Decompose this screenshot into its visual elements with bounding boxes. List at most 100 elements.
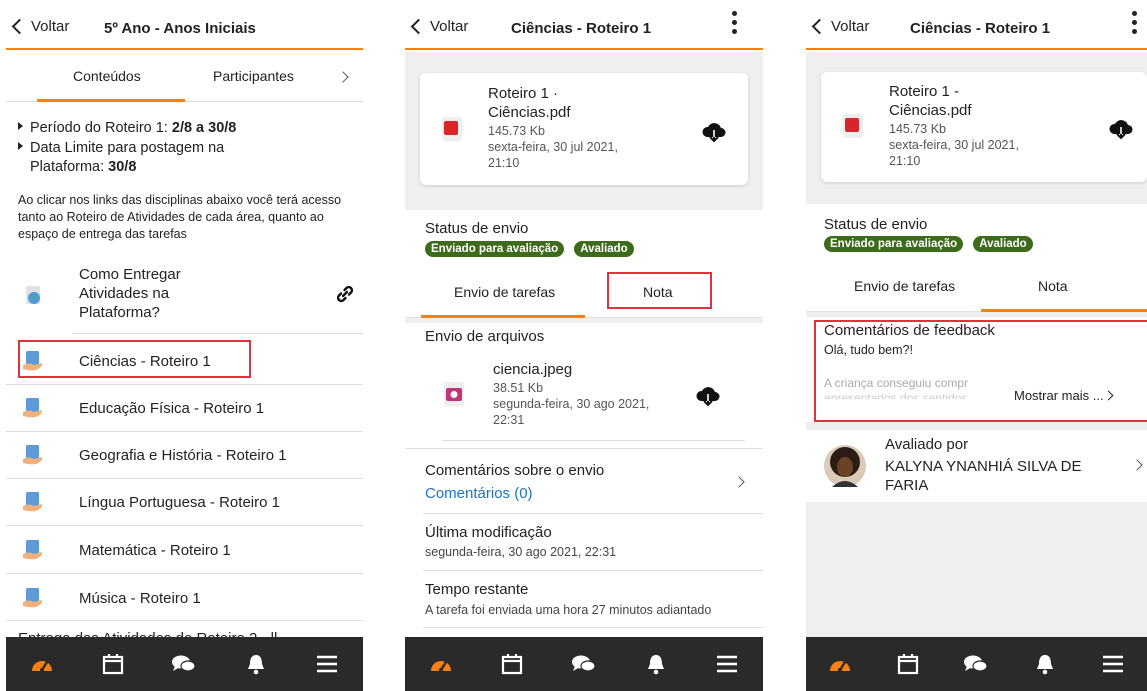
tab-contents[interactable]: Conteúdos: [73, 68, 141, 84]
status-badge-graded: Avaliado: [574, 241, 634, 257]
howto-label: Como Entregar Atividades na Plataforma?: [79, 266, 181, 321]
deadline-bullet: Data Limite para postagem na Plataforma:…: [18, 139, 224, 177]
file-meta: 145.73 Kb sexta-feira, 30 jul 2021, 21:10: [488, 124, 618, 170]
list-item-label: Música - Roteiro 1: [79, 590, 201, 607]
divider: [423, 513, 763, 514]
tab-participants[interactable]: Participantes: [213, 68, 294, 84]
graded-by-row[interactable]: Avaliado por KALYNA YNANHIÁ SILVA DE FARI…: [806, 430, 1147, 502]
file-card[interactable]: Roteiro 1 · Ciências.pdf 145.73 Kb sexta-f…: [420, 73, 748, 185]
list-item-course[interactable]: Geografia e História - Roteiro 1: [6, 432, 363, 479]
back-label: Voltar: [831, 18, 870, 35]
bottom-tab-bar: [405, 637, 763, 691]
download-icon[interactable]: [1108, 118, 1134, 140]
page-title: 5º Ano - Anos Iniciais: [104, 20, 256, 37]
file-name: Roteiro 1 · Ciências.pdf: [488, 85, 571, 121]
tab-active-indicator: [37, 99, 185, 102]
back-button[interactable]: Voltar: [11, 18, 69, 35]
list-item-course[interactable]: Matemática - Roteiro 1: [6, 527, 363, 574]
divider: [423, 570, 763, 571]
time-left-label: Tempo restante: [425, 581, 529, 598]
assignment-icon: [23, 398, 43, 418]
back-button[interactable]: Voltar: [410, 18, 469, 35]
assignment-tabs: Envio de tarefas Nota: [806, 264, 1147, 312]
header: Voltar Ciências - Roteiro 1: [806, 0, 1147, 50]
comments-link[interactable]: Comentários (0): [425, 485, 533, 502]
assignment-icon: [23, 588, 43, 608]
screen-assignment: Voltar Ciências - Roteiro 1 Roteiro 1 · C…: [405, 0, 763, 691]
divider: [806, 422, 1147, 430]
messages-icon[interactable]: [571, 651, 597, 677]
assignment-icon: [23, 445, 43, 465]
pdf-icon: [442, 117, 462, 141]
highlight-box: [814, 320, 1147, 422]
messages-icon[interactable]: [171, 651, 197, 677]
more-options-icon[interactable]: [1131, 11, 1137, 34]
file-name: Roteiro 1 - Ciências.pdf: [889, 83, 972, 119]
list-item-course[interactable]: Língua Portuguesa - Roteiro 1: [6, 479, 363, 526]
divider: [405, 318, 763, 323]
last-modified-label: Última modificação: [425, 524, 552, 541]
sub-file-name: ciencia.jpeg: [493, 361, 573, 378]
header: Voltar 5º Ano - Anos Iniciais: [6, 0, 363, 50]
tab-grade[interactable]: Nota: [1038, 278, 1068, 294]
files-label: Envio de arquivos: [425, 328, 545, 345]
chevron-right-icon: [1131, 459, 1143, 471]
link-icon: [336, 285, 354, 303]
list-item-label: Língua Portuguesa - Roteiro 1: [79, 494, 280, 511]
dashboard-icon[interactable]: [428, 651, 454, 677]
divider: [405, 448, 763, 449]
notifications-icon[interactable]: [1032, 651, 1058, 677]
list-item-label: Matemática - Roteiro 1: [79, 542, 231, 559]
status-badge-sent: Enviado para avaliação: [824, 236, 964, 252]
sub-file-meta: 38.51 Kb segunda-feira, 30 ago 2021, 22:31: [493, 381, 650, 427]
messages-icon[interactable]: [963, 651, 989, 677]
file-card[interactable]: Roteiro 1 - Ciências.pdf 145.73 Kb sexta-f…: [821, 72, 1147, 182]
menu-icon[interactable]: [714, 651, 740, 677]
calendar-icon[interactable]: [895, 651, 921, 677]
menu-icon[interactable]: [1100, 651, 1126, 677]
graded-by-label: Avaliado por: [885, 436, 969, 453]
time-left-value: A tarefa foi enviada uma hora 27 minutos…: [425, 603, 712, 617]
calendar-icon[interactable]: [100, 651, 126, 677]
back-label: Voltar: [430, 18, 469, 35]
notifications-icon[interactable]: [643, 651, 669, 677]
chevron-left-icon: [410, 18, 427, 35]
period-bullet: Período do Roteiro 1: 2/8 a 30/8: [18, 119, 236, 138]
tab-submission[interactable]: Envio de tarefas: [454, 284, 555, 300]
more-options-icon[interactable]: [731, 11, 737, 34]
highlight-box: [18, 340, 251, 378]
grader-name: KALYNA YNANHIÁ SILVA DE FARIA: [885, 458, 1082, 494]
notifications-icon[interactable]: [243, 651, 269, 677]
empty-area: [806, 502, 1147, 637]
comments-label: Comentários sobre o envio: [425, 462, 605, 479]
dashboard-icon[interactable]: [827, 651, 853, 677]
chevron-right-icon[interactable]: [337, 71, 349, 83]
dashboard-icon[interactable]: [29, 651, 55, 677]
tab-submission[interactable]: Envio de tarefas: [854, 278, 955, 294]
divider: [443, 440, 745, 441]
status-label: Status de envio: [824, 216, 928, 233]
status-label: Status de envio: [425, 220, 529, 237]
page-title: Ciências - Roteiro 1: [511, 20, 652, 37]
file-meta: 145.73 Kb sexta-feira, 30 jul 2021, 21:10: [889, 122, 1019, 168]
list-item-course[interactable]: Educação Física - Roteiro 1: [6, 385, 363, 432]
download-icon[interactable]: [695, 385, 721, 407]
list-item-course[interactable]: Música - Roteiro 1: [6, 575, 363, 621]
url-icon: [26, 286, 40, 304]
status-badges: Enviado para avaliação Avaliado: [425, 239, 644, 257]
download-icon[interactable]: [701, 121, 727, 143]
menu-icon[interactable]: [314, 651, 340, 677]
back-button[interactable]: Voltar: [811, 18, 870, 35]
list-item-howto[interactable]: Como Entregar Atividades na Plataforma?: [72, 258, 363, 334]
chevron-left-icon: [811, 18, 828, 35]
course-description: Ao clicar nos links das disciplinas abai…: [18, 193, 342, 241]
header: Voltar Ciências - Roteiro 1: [405, 0, 763, 50]
last-modified-value: segunda-feira, 30 ago 2021, 22:31: [425, 545, 617, 559]
course-tabs: Conteúdos Participantes: [6, 52, 363, 102]
page-title: Ciências - Roteiro 1: [910, 20, 1051, 37]
status-badges: Enviado para avaliação Avaliado: [824, 234, 1043, 252]
calendar-icon[interactable]: [499, 651, 525, 677]
list-item-label: Educação Física - Roteiro 1: [79, 400, 265, 417]
comments-row[interactable]: Comentários sobre o envio Comentários (0…: [405, 450, 763, 512]
list-item-label: Geografia e História - Roteiro 1: [79, 447, 287, 464]
